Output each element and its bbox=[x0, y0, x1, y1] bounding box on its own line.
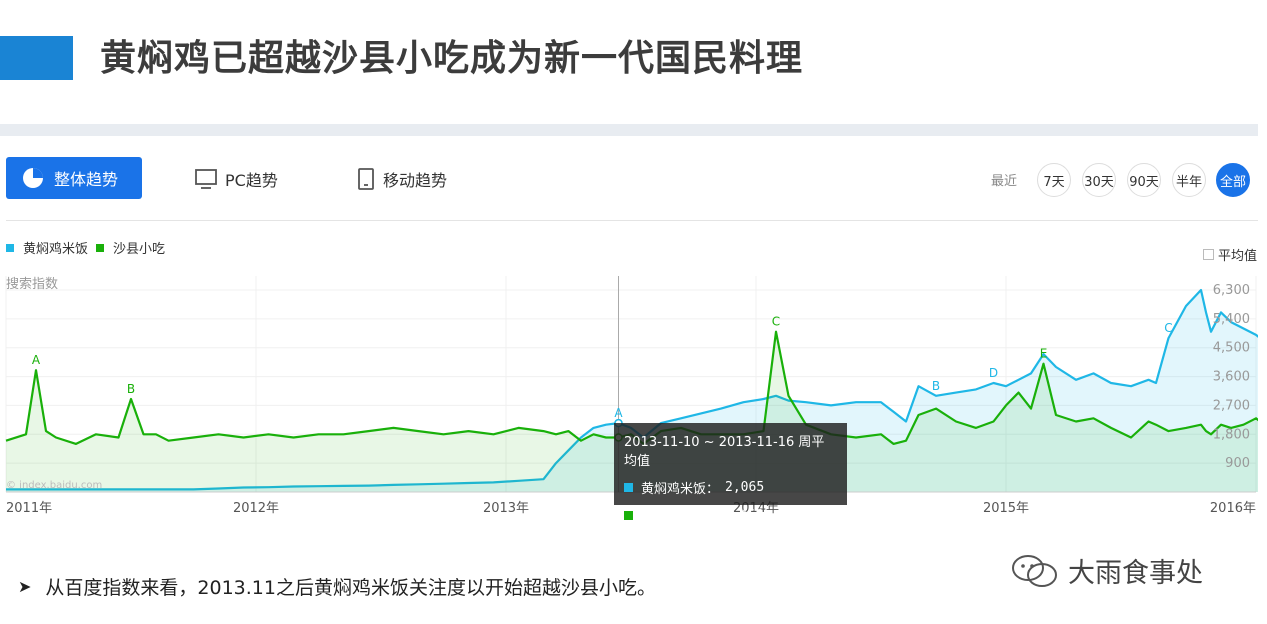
tooltip-row-2: 沙县小吃： 1,466 bbox=[624, 506, 837, 525]
title-accent-bar bbox=[0, 36, 73, 80]
checkbox-icon bbox=[1203, 249, 1214, 260]
average-toggle[interactable]: 平均值 bbox=[1203, 245, 1257, 264]
legend-label-1: 黄焖鸡米饭 bbox=[23, 242, 89, 257]
tooltip-series-name: 沙县小吃： bbox=[641, 510, 707, 525]
legend-label-2: 沙县小吃 bbox=[113, 242, 166, 257]
annotation-marker: C bbox=[1164, 321, 1172, 335]
page-title: 黄焖鸡已超越沙县小吃成为新一代国民料理 bbox=[100, 38, 804, 79]
range-30-days[interactable]: 30天 bbox=[1082, 163, 1116, 197]
monitor-icon bbox=[195, 169, 217, 189]
source-label: © index.baidu.com bbox=[6, 480, 102, 491]
y-tick-label: 1,800 bbox=[1213, 427, 1250, 442]
bullet-arrow-icon: ➤ bbox=[18, 577, 32, 596]
y-tick-label: 5,400 bbox=[1213, 312, 1250, 327]
tab-label: 移动趋势 bbox=[383, 171, 448, 190]
divider bbox=[6, 220, 1258, 221]
legend-swatch-1 bbox=[6, 243, 14, 252]
average-label: 平均值 bbox=[1218, 249, 1258, 264]
tablet-icon bbox=[358, 168, 374, 190]
tooltip-row-1: 黄焖鸡米饭： 2,065 bbox=[624, 478, 837, 497]
tooltip-title: 2013-11-10 ~ 2013-11-16 周平均值 bbox=[624, 435, 825, 469]
y-tick-label: 900 bbox=[1225, 456, 1250, 471]
range-half-year[interactable]: 半年 bbox=[1172, 163, 1206, 197]
x-tick-label: 2016年 bbox=[1210, 501, 1256, 516]
x-tick-label: 2013年 bbox=[483, 501, 529, 516]
tooltip-series-value: 1,466 bbox=[724, 508, 764, 523]
tab-overall-trend[interactable]: 整体趋势 bbox=[6, 157, 142, 199]
header-strip bbox=[0, 124, 1258, 136]
annotation-marker: D bbox=[989, 366, 998, 380]
y-tick-label: 6,300 bbox=[1213, 283, 1250, 298]
x-tick-label: 2015年 bbox=[983, 501, 1029, 516]
y-tick-label: 4,500 bbox=[1213, 341, 1250, 356]
tooltip-swatch bbox=[624, 483, 633, 492]
annotation-marker: B bbox=[127, 382, 135, 396]
chart-tooltip: 2013-11-10 ~ 2013-11-16 周平均值 黄焖鸡米饭： 2,06… bbox=[614, 423, 847, 525]
range-7-days[interactable]: 7天 bbox=[1037, 163, 1071, 197]
bullet-point: ➤ 从百度指数来看，2013.11之后黄焖鸡米饭关注度以开始超越沙县小吃。 bbox=[18, 573, 656, 600]
watermark: 大雨食事处 bbox=[1010, 551, 1203, 590]
tab-label: 整体趋势 bbox=[54, 170, 119, 189]
x-tick-label: 2012年 bbox=[233, 501, 279, 516]
tooltip-series-name: 黄焖鸡米饭： bbox=[641, 482, 720, 497]
bullet-text: 从百度指数来看，2013.11之后黄焖鸡米饭关注度以开始超越沙县小吃。 bbox=[45, 577, 656, 599]
annotation-marker: C bbox=[772, 315, 780, 329]
annotation-marker: A bbox=[32, 353, 41, 367]
tab-pc-trend[interactable]: PC趋势 bbox=[195, 165, 278, 193]
tab-mobile-trend[interactable]: 移动趋势 bbox=[357, 165, 447, 193]
chart-legend: 黄焖鸡米饭 沙县小吃 bbox=[6, 238, 173, 257]
chat-bubble-icon bbox=[1012, 554, 1057, 587]
y-tick-label: 2,700 bbox=[1213, 398, 1250, 413]
watermark-text: 大雨食事处 bbox=[1068, 558, 1203, 589]
x-tick-label: 2011年 bbox=[6, 501, 52, 516]
legend-swatch-2 bbox=[96, 243, 105, 252]
tab-label: PC趋势 bbox=[225, 171, 278, 190]
y-axis-label: 搜索指数 bbox=[6, 277, 58, 292]
range-90-days[interactable]: 90天 bbox=[1127, 163, 1161, 197]
range-label: 最近 bbox=[991, 174, 1018, 189]
annotation-marker: B bbox=[932, 379, 940, 393]
y-tick-label: 3,600 bbox=[1213, 370, 1250, 385]
range-all[interactable]: 全部 bbox=[1216, 163, 1250, 197]
annotation-marker: A bbox=[614, 406, 623, 420]
tooltip-series-value: 2,065 bbox=[725, 480, 765, 495]
pie-chart-icon bbox=[23, 168, 43, 188]
tooltip-swatch bbox=[624, 511, 633, 520]
annotation-marker: E bbox=[1040, 347, 1048, 361]
